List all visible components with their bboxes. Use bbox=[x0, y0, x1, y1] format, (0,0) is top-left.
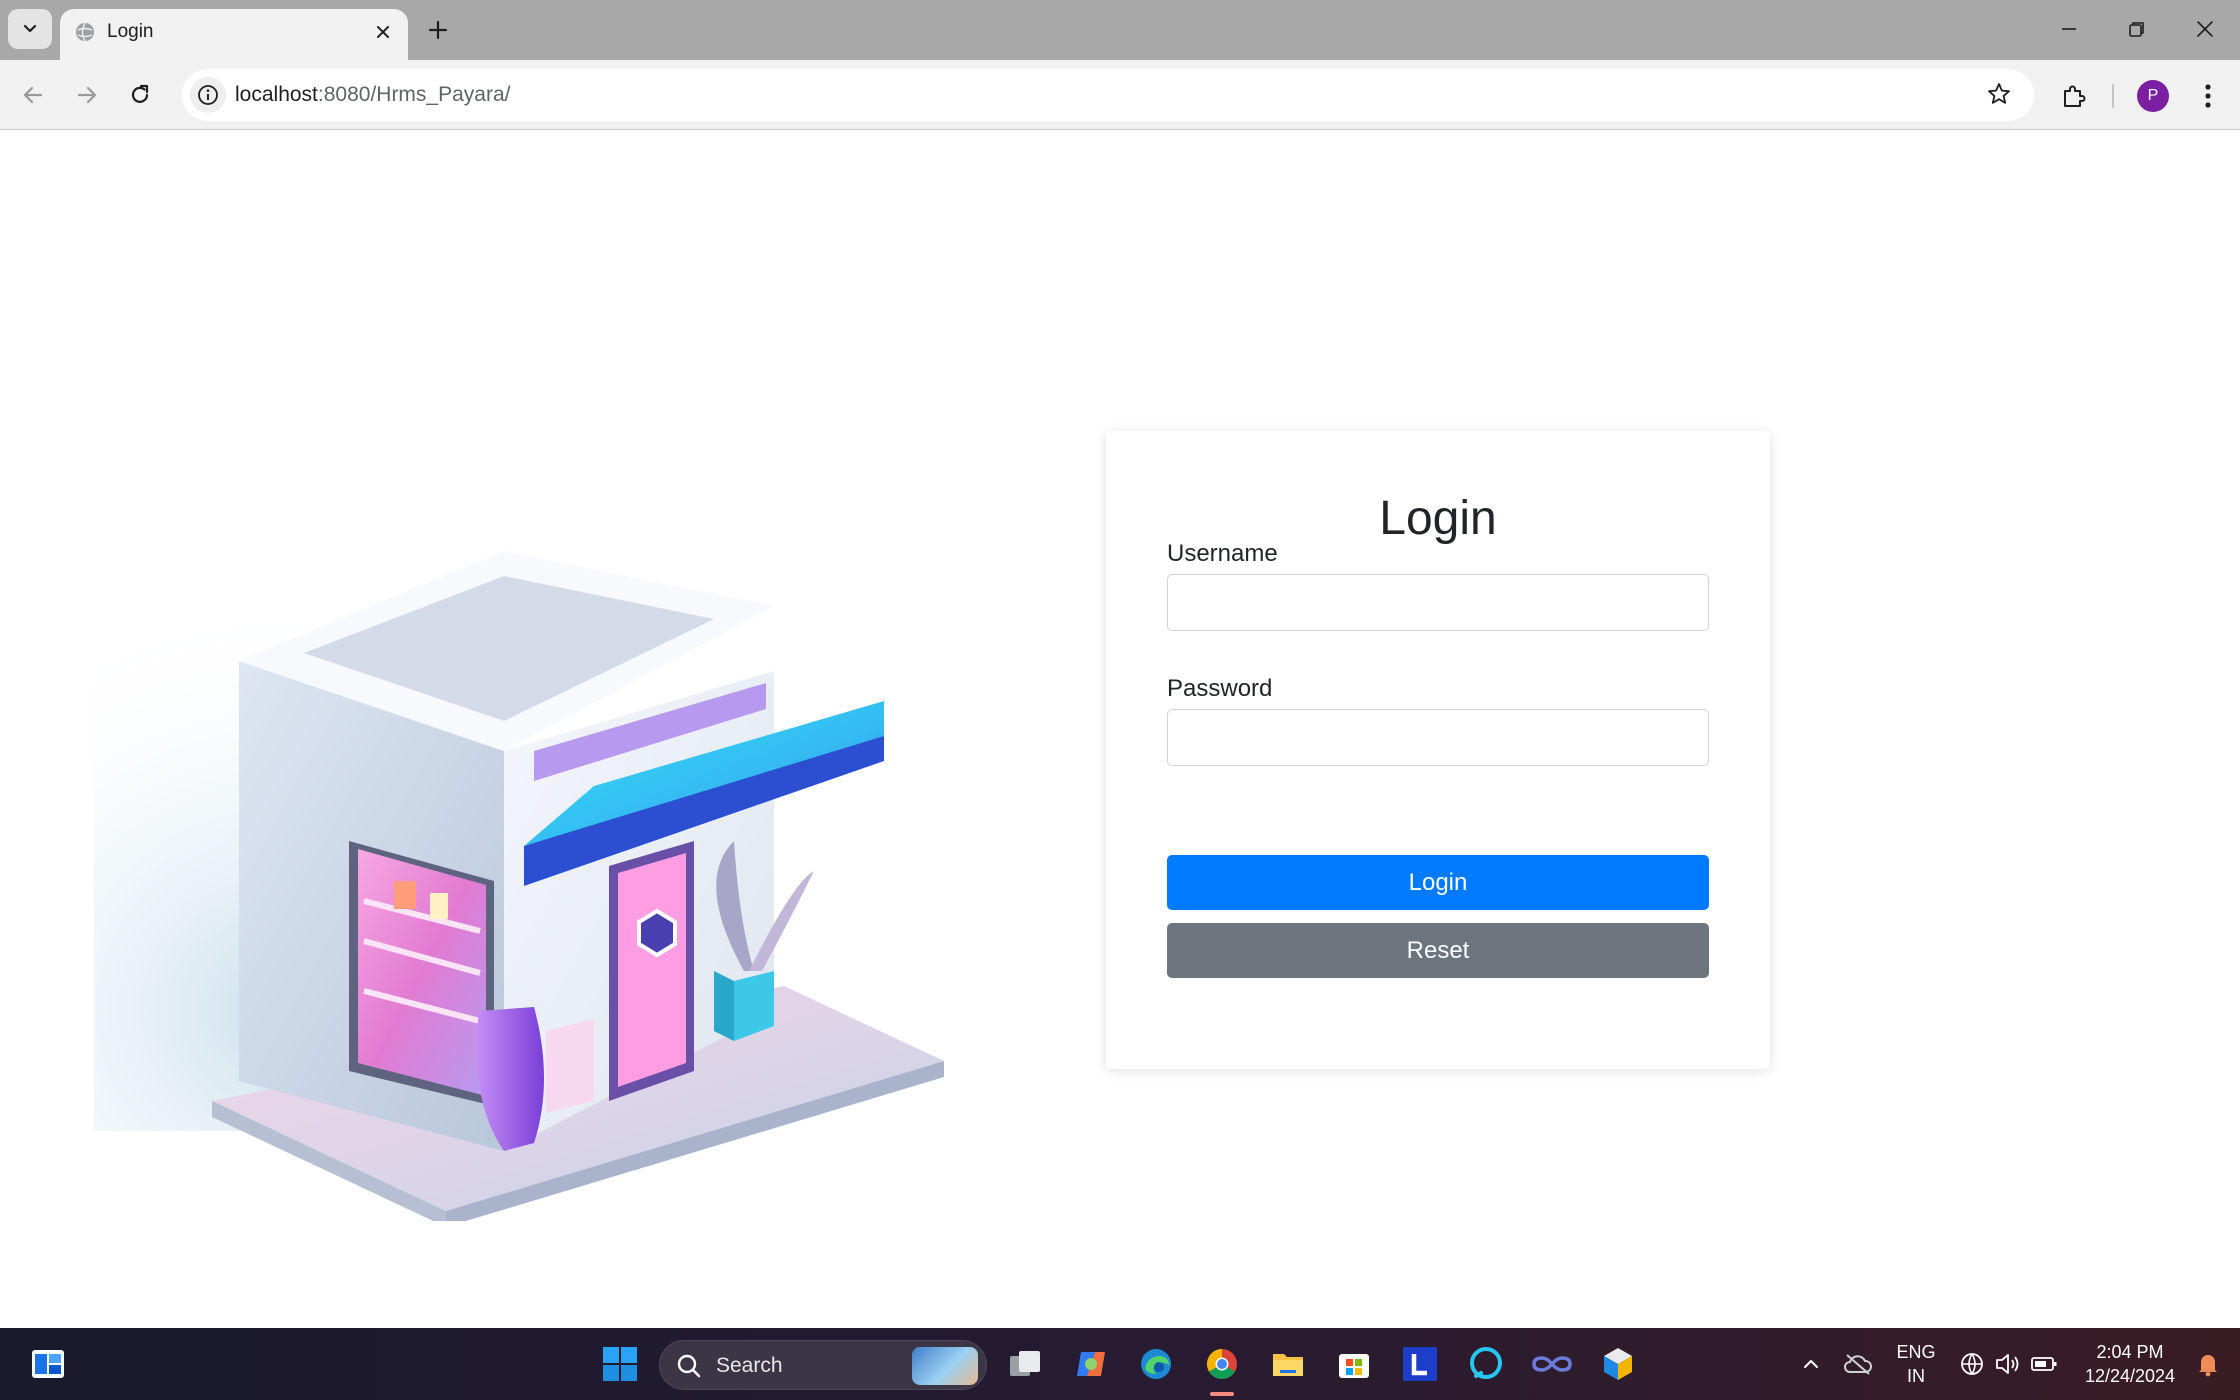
language-indicator[interactable]: ENG IN bbox=[1888, 1340, 1944, 1388]
star-icon bbox=[1988, 83, 2010, 104]
minimize-button[interactable] bbox=[2046, 8, 2092, 50]
close-window-button[interactable] bbox=[2182, 8, 2228, 50]
browser-menu-button[interactable] bbox=[2190, 78, 2226, 114]
netbeans-button[interactable] bbox=[1596, 1342, 1640, 1386]
chevron-down-icon bbox=[23, 24, 37, 33]
username-label: Username bbox=[1167, 540, 1278, 567]
bell-icon bbox=[2199, 1355, 2217, 1377]
battery-icon bbox=[2031, 1357, 2057, 1371]
alexa-button[interactable] bbox=[1464, 1342, 1508, 1386]
url-host: localhost bbox=[235, 83, 318, 106]
taskbar-search[interactable]: Search bbox=[659, 1340, 987, 1390]
copilot-button[interactable] bbox=[1069, 1342, 1113, 1386]
bookmark-button[interactable] bbox=[1986, 81, 2012, 112]
l-app-button[interactable] bbox=[1398, 1342, 1442, 1386]
widgets-button[interactable] bbox=[26, 1342, 70, 1386]
restore-icon bbox=[2129, 22, 2144, 37]
search-icon bbox=[677, 1354, 701, 1378]
login-button[interactable]: Login bbox=[1167, 855, 1709, 910]
login-title: Login bbox=[1379, 492, 1497, 545]
reset-button[interactable]: Reset bbox=[1167, 923, 1709, 978]
cloud-offline-icon bbox=[1844, 1354, 1872, 1375]
show-hidden-icons-button[interactable] bbox=[1789, 1342, 1833, 1386]
chevron-up-icon bbox=[1804, 1360, 1818, 1368]
clock[interactable]: 2:04 PM 12/24/2024 bbox=[2070, 1340, 2190, 1388]
clock-time: 2:04 PM bbox=[2096, 1342, 2164, 1362]
search-highlight-image bbox=[912, 1347, 978, 1385]
battery-button[interactable] bbox=[2022, 1342, 2066, 1386]
infinity-icon bbox=[1532, 1356, 1572, 1372]
address-bar[interactable]: localhost:8080/Hrms_Payara/ bbox=[182, 69, 2034, 121]
password-input[interactable] bbox=[1167, 709, 1709, 766]
kebab-menu-icon bbox=[2205, 84, 2211, 108]
browser-tab-bar: Login bbox=[0, 0, 2240, 60]
back-button[interactable] bbox=[13, 75, 53, 115]
arrow-left-icon bbox=[23, 86, 43, 104]
infinity-app-button[interactable] bbox=[1530, 1342, 1574, 1386]
windows-logo-icon bbox=[603, 1347, 637, 1381]
restore-button[interactable] bbox=[2114, 8, 2160, 50]
info-icon bbox=[198, 85, 218, 105]
password-label: Password bbox=[1167, 675, 1273, 702]
browser-toolbar: localhost:8080/Hrms_Payara/ P bbox=[0, 60, 2240, 130]
page-content: Login Username Password Login Reset bbox=[0, 131, 2240, 1328]
url-text: localhost:8080/Hrms_Payara/ bbox=[235, 83, 510, 107]
netbeans-cube-icon bbox=[1604, 1348, 1632, 1380]
storefront-illustration bbox=[94, 531, 944, 1221]
file-explorer-button[interactable] bbox=[1266, 1342, 1310, 1386]
toolbar-separator bbox=[2112, 84, 2114, 108]
globe-network-icon bbox=[1961, 1353, 1983, 1375]
language-code: ENG bbox=[1896, 1342, 1936, 1362]
folder-icon bbox=[1273, 1354, 1303, 1376]
url-path: :8080/Hrms_Payara/ bbox=[317, 83, 511, 106]
task-view-button[interactable] bbox=[1003, 1342, 1047, 1386]
puzzle-icon bbox=[2064, 85, 2086, 107]
edge-icon bbox=[1141, 1349, 1171, 1379]
arrow-right-icon bbox=[77, 86, 97, 104]
clock-date: 12/24/2024 bbox=[2084, 1366, 2176, 1386]
taskbar: Search ENG IN 2:04 PM 12/24/2024 bbox=[0, 1328, 2240, 1400]
task-view-icon bbox=[1010, 1351, 1040, 1376]
store-icon bbox=[1339, 1354, 1369, 1378]
tab-title: Login bbox=[107, 21, 154, 42]
extensions-button[interactable] bbox=[2056, 78, 2092, 114]
edge-button[interactable] bbox=[1134, 1342, 1178, 1386]
forward-button[interactable] bbox=[67, 75, 107, 115]
start-button[interactable] bbox=[598, 1342, 642, 1386]
tab-search-button[interactable] bbox=[8, 9, 52, 49]
widgets-icon bbox=[32, 1350, 64, 1378]
speaker-icon bbox=[1996, 1354, 2019, 1374]
plus-icon bbox=[428, 20, 448, 40]
region-code: IN bbox=[1907, 1366, 1925, 1386]
site-info-button[interactable] bbox=[190, 77, 226, 113]
store-button[interactable] bbox=[1332, 1342, 1376, 1386]
letter-l-app-icon bbox=[1403, 1347, 1437, 1381]
username-input[interactable] bbox=[1167, 574, 1709, 631]
onedrive-button[interactable] bbox=[1836, 1342, 1880, 1386]
copilot-icon bbox=[1077, 1352, 1105, 1376]
chrome-button[interactable] bbox=[1200, 1342, 1244, 1386]
new-tab-button[interactable] bbox=[420, 14, 456, 46]
chrome-icon bbox=[1206, 1349, 1237, 1380]
close-icon bbox=[377, 26, 389, 38]
globe-icon bbox=[76, 22, 94, 42]
reload-button[interactable] bbox=[120, 75, 160, 115]
taskbar-search-label: Search bbox=[716, 1354, 783, 1377]
tab-close-button[interactable] bbox=[370, 19, 396, 45]
browser-tab-login[interactable]: Login bbox=[60, 9, 408, 60]
active-app-indicator bbox=[1210, 1392, 1234, 1396]
alexa-icon bbox=[1470, 1347, 1502, 1379]
profile-avatar[interactable]: P bbox=[2137, 80, 2169, 112]
reload-icon bbox=[131, 84, 149, 103]
login-card: Login Username Password Login Reset bbox=[1106, 431, 1770, 1069]
notifications-button[interactable] bbox=[2186, 1342, 2230, 1386]
minimize-icon bbox=[2062, 28, 2076, 30]
close-icon bbox=[2197, 21, 2213, 37]
